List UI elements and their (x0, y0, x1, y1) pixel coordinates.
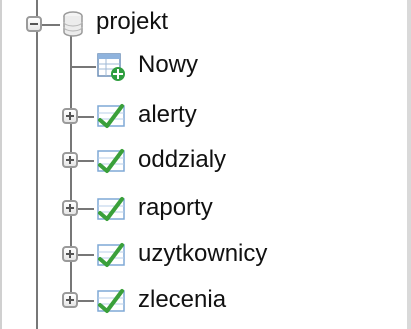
table-icon (97, 243, 125, 267)
expand-oddzialy-button[interactable] (62, 152, 78, 168)
new-table-icon (97, 53, 125, 81)
tree-connector (78, 116, 94, 118)
table-icon (97, 104, 125, 128)
table-icon (97, 197, 125, 221)
tree-item-label[interactable]: Nowy (136, 50, 200, 80)
tree-outer-line (36, 0, 38, 329)
table-icon (97, 149, 125, 173)
expand-alerty-button[interactable] (62, 108, 78, 124)
tree-connector (78, 254, 94, 256)
tree-connector (78, 208, 94, 210)
expand-uzytkownicy-button[interactable] (62, 246, 78, 262)
tree-connector (70, 66, 96, 68)
tree-item-oddzialy[interactable]: oddzialy (136, 145, 228, 175)
expand-zlecenia-button[interactable] (62, 292, 78, 308)
tree-item-projekt[interactable]: projekt (94, 7, 170, 37)
expand-raporty-button[interactable] (62, 200, 78, 216)
navigation-tree-panel: projekt Nowy alerty oddzialy raporty uzy… (0, 0, 411, 329)
tree-item-label[interactable]: projekt (94, 7, 170, 37)
tree-item-label[interactable]: raporty (136, 193, 215, 223)
tree-item-nowy[interactable]: Nowy (136, 50, 200, 80)
collapse-projekt-button[interactable] (26, 16, 42, 32)
tree-item-label[interactable]: oddzialy (136, 145, 228, 175)
panel-left-border (0, 0, 2, 329)
database-icon (63, 11, 83, 37)
tree-item-label[interactable]: zlecenia (136, 285, 228, 315)
tree-connector (78, 300, 94, 302)
tree-item-zlecenia[interactable]: zlecenia (136, 285, 228, 315)
tree-item-uzytkownicy[interactable]: uzytkownicy (136, 239, 269, 269)
tree-item-label[interactable]: uzytkownicy (136, 239, 269, 269)
tree-connector (78, 160, 94, 162)
tree-branch-line (70, 34, 72, 304)
table-icon (97, 289, 125, 313)
tree-item-label[interactable]: alerty (136, 100, 199, 130)
tree-item-alerty[interactable]: alerty (136, 100, 199, 130)
tree-item-raporty[interactable]: raporty (136, 193, 215, 223)
